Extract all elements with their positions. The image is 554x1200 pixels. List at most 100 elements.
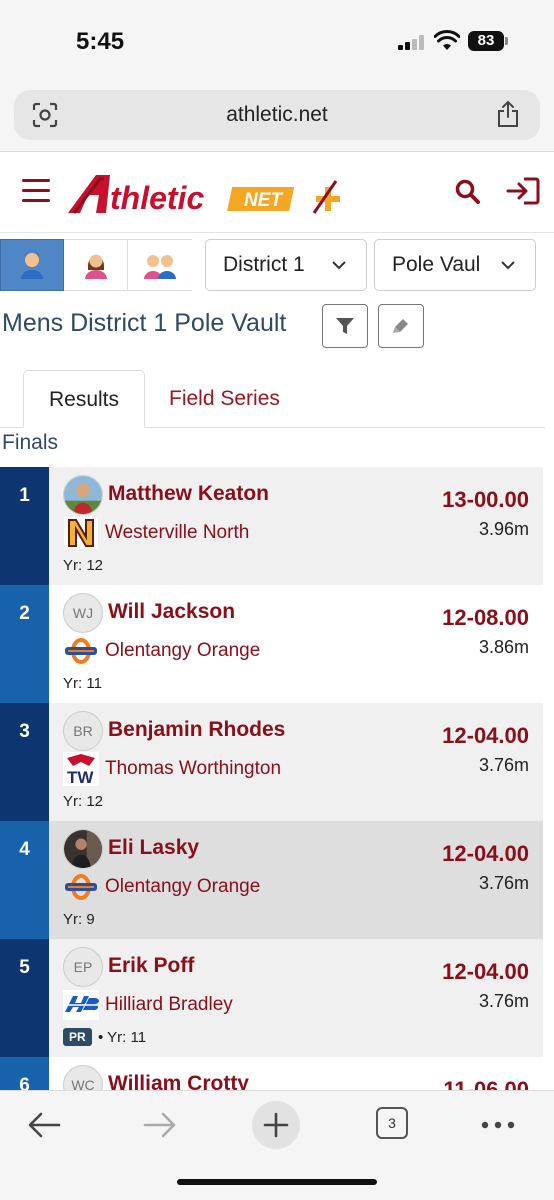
tabs-button[interactable]: 3 (376, 1107, 408, 1139)
place-number: 2 (0, 585, 49, 703)
menu-icon[interactable] (22, 179, 50, 203)
place-number: 6 (0, 1057, 49, 1090)
athlete-name[interactable]: Matthew Keaton (108, 482, 269, 506)
address-bar[interactable]: athletic.net (14, 90, 540, 140)
result-metric: 3.76m (478, 755, 529, 775)
result-metric: 3.96m (478, 519, 529, 539)
male-person-icon (21, 251, 43, 279)
avatar: WJ (63, 593, 103, 633)
athlete-year: Yr: 9 (63, 911, 95, 928)
result-mark: 12-04.00 (442, 959, 529, 984)
gender-both-button[interactable] (128, 239, 192, 291)
avatar (63, 829, 103, 869)
avatar: EP (63, 947, 103, 987)
athlete-name[interactable]: Benjamin Rhodes (108, 718, 285, 742)
team-name[interactable]: Thomas Worthington (105, 758, 281, 780)
highlighter-icon (393, 319, 408, 333)
place-number: 1 (0, 467, 49, 585)
olentangy-orange-logo (63, 634, 99, 668)
plus-icon (263, 1112, 289, 1138)
page-title: Mens District 1 Pole Vault (2, 309, 287, 337)
svg-text:TW: TW (67, 768, 94, 786)
athlete-name[interactable]: Will Jackson (108, 600, 235, 624)
athlete-name[interactable]: Eli Lasky (108, 836, 199, 860)
result-row[interactable]: 5 EP Erik Poff Hilliard Bradley PR • Yr:… (0, 939, 543, 1057)
couple-icon (144, 255, 176, 279)
team-name[interactable]: Olentangy Orange (105, 640, 260, 662)
tab-results[interactable]: Results (23, 370, 145, 428)
status-bar: 5:45 83 (0, 0, 554, 80)
thomas-worthington-logo: TW (63, 752, 99, 786)
athlete-year: Yr: 11 (63, 675, 102, 692)
gender-womens-button[interactable] (64, 239, 128, 291)
athlete-year: Yr: 12 (63, 557, 104, 574)
new-tab-button[interactable] (252, 1101, 300, 1149)
search-icon[interactable] (454, 178, 480, 204)
login-icon[interactable] (506, 177, 540, 205)
event-select-value: Pole Vaul (392, 253, 481, 276)
event-select[interactable]: Pole Vaul (374, 239, 536, 291)
browser-address-area: athletic.net (0, 80, 554, 152)
url-text: athletic.net (226, 103, 328, 126)
avatar: BR (63, 711, 103, 751)
logo-net: NET (244, 190, 283, 211)
result-row[interactable]: 4 Eli Lasky Olentangy Orange Yr: 9 12-04… (0, 821, 543, 939)
avatar: WC (63, 1065, 103, 1090)
pr-badge: PR (63, 1028, 92, 1046)
team-name[interactable]: Westerville North (105, 522, 249, 544)
result-row[interactable]: 6 WC William Crotty 11-06.00 (0, 1057, 543, 1090)
status-time: 5:45 (76, 28, 125, 55)
result-mark: 11-06.00 (443, 1077, 529, 1090)
more-dots-icon (481, 1121, 515, 1129)
arrow-right-icon (143, 1112, 176, 1138)
more-button[interactable] (478, 1109, 518, 1141)
share-icon[interactable] (496, 100, 520, 128)
place-number: 3 (0, 703, 49, 821)
hilliard-bradley-logo (63, 988, 99, 1022)
athlete-photo (64, 830, 102, 868)
home-indicator (177, 1179, 377, 1185)
site-header: thletic NET (0, 153, 554, 233)
avatar (63, 475, 103, 515)
place-number: 4 (0, 821, 49, 939)
result-mark: 12-04.00 (442, 841, 529, 866)
cellular-signal-icon (398, 34, 426, 50)
result-row[interactable]: 2 WJ Will Jackson Olentangy Orange Yr: 1… (0, 585, 543, 703)
result-metric: 3.86m (478, 637, 529, 657)
battery-tip (505, 37, 508, 45)
result-row[interactable]: 3 BR Benjamin Rhodes TW Thomas Worthingt… (0, 703, 543, 821)
team-name[interactable]: Olentangy Orange (105, 876, 260, 898)
result-metric: 3.76m (478, 873, 529, 893)
olentangy-orange-logo (63, 870, 99, 904)
team-name[interactable]: Hilliard Bradley (105, 994, 233, 1016)
result-mark: 12-04.00 (442, 723, 529, 748)
battery-indicator: 83 (468, 31, 504, 51)
athlete-name[interactable]: Erik Poff (108, 954, 194, 978)
district-select[interactable]: District 1 (205, 239, 367, 291)
tab-field-series[interactable]: Field Series (169, 370, 280, 428)
filter-icon (336, 318, 354, 334)
athlete-name[interactable]: William Crotty (108, 1072, 249, 1090)
result-mark: 12-08.00 (442, 605, 529, 630)
result-row[interactable]: 1 Matthew Keaton Westerville North Yr: 1… (0, 467, 543, 585)
result-metric: 3.76m (478, 991, 529, 1011)
athletic-net-logo[interactable]: thletic NET (66, 169, 346, 217)
section-label-finals: Finals (2, 431, 59, 454)
wifi-icon (434, 30, 460, 50)
filter-button[interactable] (322, 304, 368, 348)
athlete-photo (64, 476, 102, 514)
gender-mens-button[interactable] (0, 239, 64, 291)
highlight-button[interactable] (378, 304, 424, 348)
place-number: 5 (0, 939, 49, 1057)
results-list: 1 Matthew Keaton Westerville North Yr: 1… (0, 467, 543, 1090)
logo-word: thletic (110, 180, 204, 216)
athlete-year: • Yr: 11 (98, 1029, 147, 1046)
chevron-down-icon (332, 261, 346, 270)
athlete-year: Yr: 12 (63, 793, 104, 810)
female-person-icon (84, 254, 107, 279)
district-select-value: District 1 (223, 253, 305, 276)
arrow-left-icon (28, 1112, 61, 1138)
forward-button[interactable] (140, 1109, 180, 1141)
back-button[interactable] (24, 1109, 64, 1141)
result-mark: 13-00.00 (442, 487, 529, 512)
